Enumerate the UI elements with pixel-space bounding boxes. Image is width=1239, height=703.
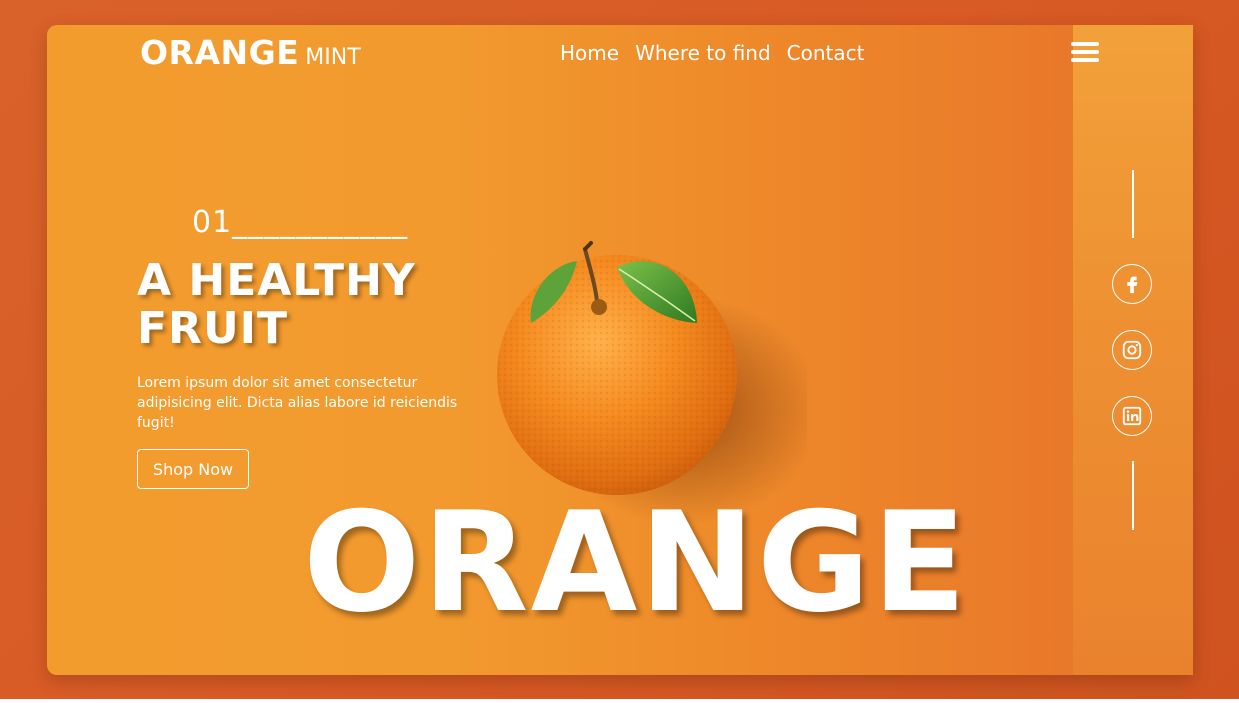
facebook-icon[interactable] [1112, 264, 1152, 304]
orange-fruit-image [467, 205, 822, 525]
rail-top-divider [1132, 170, 1134, 238]
rail-bottom-divider [1132, 461, 1134, 530]
main-nav: Home Where to find Contact [560, 41, 864, 65]
orange-illustration [497, 241, 822, 525]
instagram-icon[interactable] [1112, 330, 1152, 370]
hero-big-word: ORANGE [303, 482, 969, 643]
hero-description: Lorem ipsum dolor sit amet consectetur a… [137, 375, 458, 431]
brand-sub-text: MINT [305, 45, 361, 70]
nav-home-link[interactable]: Home [560, 41, 619, 65]
hamburger-menu-icon[interactable] [1071, 42, 1099, 64]
nav-contact-link[interactable]: Contact [787, 41, 865, 65]
brand-main-text: ORANGE [140, 33, 300, 72]
brand-logo[interactable]: ORANGE MINT [140, 33, 361, 72]
linkedin-icon[interactable] [1112, 396, 1152, 436]
hero-card: ORANGE MINT Home Where to find Contact 01… [47, 25, 1193, 675]
nav-where-to-find-link[interactable]: Where to find [635, 41, 771, 65]
hero-headline: A HEALTHY FRUIT [137, 255, 416, 354]
shop-now-button[interactable]: Shop Now [137, 449, 249, 489]
slide-counter: 01___________ [192, 205, 409, 240]
